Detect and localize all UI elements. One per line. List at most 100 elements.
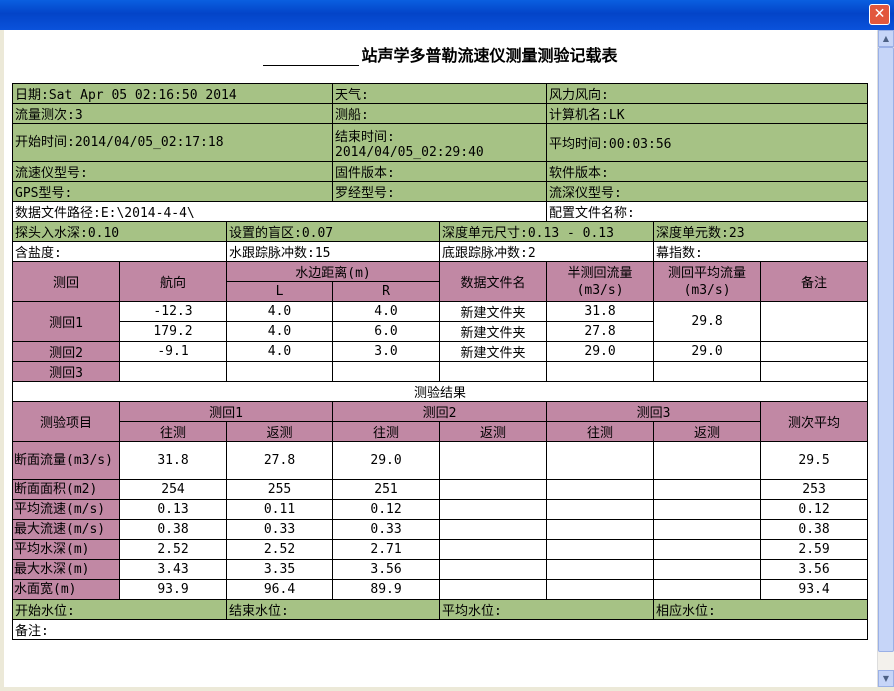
results-item-label: 水面宽(m) <box>12 579 120 600</box>
results-value <box>439 539 548 560</box>
water-level-row: 开始水位: 结束水位: 平均水位: 相应水位: <box>12 599 869 620</box>
results-average: 29.5 <box>760 441 869 480</box>
info-value: LK <box>608 108 625 123</box>
results-value <box>439 499 548 520</box>
results-average: 2.59 <box>760 539 869 560</box>
param-cell: 底跟踪脉冲数:2 <box>439 241 655 262</box>
round-remark <box>760 341 869 362</box>
round-file: 新建文件夹 <box>439 321 548 342</box>
results-value: 0.13 <box>119 499 227 520</box>
info-value: Sat Apr 05 02:16:50 2014 <box>48 88 237 103</box>
results-value <box>546 579 655 600</box>
report-window: ✕ 站声学多普勒流速仪测量测验记载表 日期:Sat Apr 05 02:16:5… <box>0 0 894 691</box>
info-label: 流速仪型号: <box>15 166 88 181</box>
info-label: 软件版本: <box>549 166 609 181</box>
round-L: 4.0 <box>225 321 334 342</box>
results-value: 0.38 <box>119 519 227 540</box>
param-value: 15 <box>314 246 331 261</box>
info-label: 流深仪型号: <box>549 186 622 201</box>
scroll-down-button[interactable]: ▼ <box>878 670 894 687</box>
param-cell: 深度单元尺寸:0.13 - 0.13 <box>439 221 655 242</box>
water-level-cell: 结束水位: <box>225 599 441 620</box>
results-average: 93.4 <box>760 579 869 600</box>
results-value <box>653 539 762 560</box>
info-label: 罗经型号: <box>335 186 395 201</box>
info-label: 测船: <box>335 108 369 123</box>
report-table: 日期:Sat Apr 05 02:16:50 2014 天气: 风力风向: 流量测次:… <box>11 83 869 640</box>
results-item-label: 断面流量(m3/s) <box>12 441 120 480</box>
header-remark: 备注 <box>760 261 869 302</box>
info-cell: 开始时间:2014/04/05_02:17:18 <box>11 123 334 162</box>
results-value: 93.9 <box>119 579 227 600</box>
round-R: 3.0 <box>332 341 441 362</box>
round-row: 测回1 -12.3 4.0 4.0 新建文件夹 31.8 29.8 <box>12 301 869 342</box>
results-dir-back: 返测 <box>225 421 334 442</box>
info-label: 日期: <box>15 88 49 103</box>
param-row: 探头入水深:0.10 设置的盲区:0.07 深度单元尺寸:0.13 - 0.13 深度… <box>12 221 869 242</box>
header-avg-flow: 测回平均流量(m3/s) <box>653 261 762 302</box>
param-label: 底跟踪脉冲数: <box>442 246 528 261</box>
param-label: 幕指数: <box>656 246 703 261</box>
header-heading: 航向 <box>119 261 227 302</box>
round-row: 测回2 -9.1 4.0 3.0 新建文件夹 29.0 29.0 <box>12 341 869 362</box>
results-value <box>439 441 548 480</box>
scroll-thumb[interactable] <box>878 47 894 652</box>
results-value: 0.33 <box>332 519 441 540</box>
results-value <box>439 579 548 600</box>
scroll-up-button[interactable]: ▲ <box>878 30 894 47</box>
info-cell: 天气: <box>332 83 548 104</box>
round-flow: 27.8 <box>546 321 655 342</box>
round-row: 测回3 <box>12 361 869 382</box>
round-R <box>332 361 441 382</box>
info-cell: 罗经型号: <box>332 181 548 202</box>
report-title-text: 站声学多普勒流速仪测量测验记载表 <box>361 46 618 65</box>
param-value: 0.13 - 0.13 <box>527 226 614 241</box>
round-remark <box>760 361 869 382</box>
round-flow: 29.0 <box>546 341 655 362</box>
info-label: 开始时间: <box>15 134 75 150</box>
results-dir-back: 返测 <box>439 421 548 442</box>
round-flow: 31.8 <box>546 301 655 322</box>
info-label: 流量测次: <box>15 108 75 123</box>
results-value <box>653 519 762 540</box>
results-value: 96.4 <box>225 579 334 600</box>
info-value: 2014/04/05_02:17:18 <box>74 134 224 150</box>
param-value: 23 <box>728 226 745 241</box>
vertical-scrollbar[interactable]: ▲ ▼ <box>877 30 894 687</box>
results-value: 255 <box>225 479 334 500</box>
results-value <box>546 441 655 480</box>
results-avg-header: 测次平均 <box>760 401 869 442</box>
param-cell: 深度单元数:23 <box>653 221 869 242</box>
info-cell: 软件版本: <box>546 161 869 182</box>
param-cell: 设置的盲区:0.07 <box>225 221 441 242</box>
info-label: 平均时间: <box>549 137 609 152</box>
info-row: 流速仪型号: 固件版本: 软件版本: <box>11 161 869 182</box>
results-row: 平均流速(m/s) 0.13 0.11 0.12 0.12 <box>12 499 869 520</box>
results-value: 31.8 <box>119 441 227 480</box>
results-value <box>546 499 655 520</box>
results-row: 断面流量(m3/s) 31.8 27.8 29.0 29.5 <box>12 441 869 480</box>
results-value <box>546 519 655 540</box>
round-L: 4.0 <box>225 301 334 322</box>
param-label: 含盐度: <box>15 246 62 261</box>
results-title-row: 测验结果 <box>11 381 869 402</box>
results-value <box>439 559 548 580</box>
remarks-row: 备注: <box>11 619 869 640</box>
results-item-header: 测验项目 <box>12 401 120 442</box>
round-heading: -9.1 <box>119 341 227 362</box>
close-button[interactable]: ✕ <box>869 4 890 25</box>
results-average: 0.38 <box>760 519 869 540</box>
results-value: 3.35 <box>225 559 334 580</box>
round-file <box>439 361 548 382</box>
results-round-header: 测回1 <box>118 401 334 422</box>
info-cell: 平均时间:00:03:56 <box>546 123 869 162</box>
results-value <box>546 479 655 500</box>
round-label: 测回2 <box>12 341 120 362</box>
info-value: 2014/04/05_02:29:40 <box>335 144 484 160</box>
param-cell: 含盐度: <box>12 241 227 262</box>
results-row: 最大流速(m/s) 0.38 0.33 0.33 0.38 <box>12 519 869 540</box>
remarks-label: 备注: <box>15 624 49 639</box>
round-file: 新建文件夹 <box>439 301 548 322</box>
results-row: 断面面积(m2) 254 255 251 253 <box>12 479 869 500</box>
results-row: 平均水深(m) 2.52 2.52 2.71 2.59 <box>12 539 869 560</box>
